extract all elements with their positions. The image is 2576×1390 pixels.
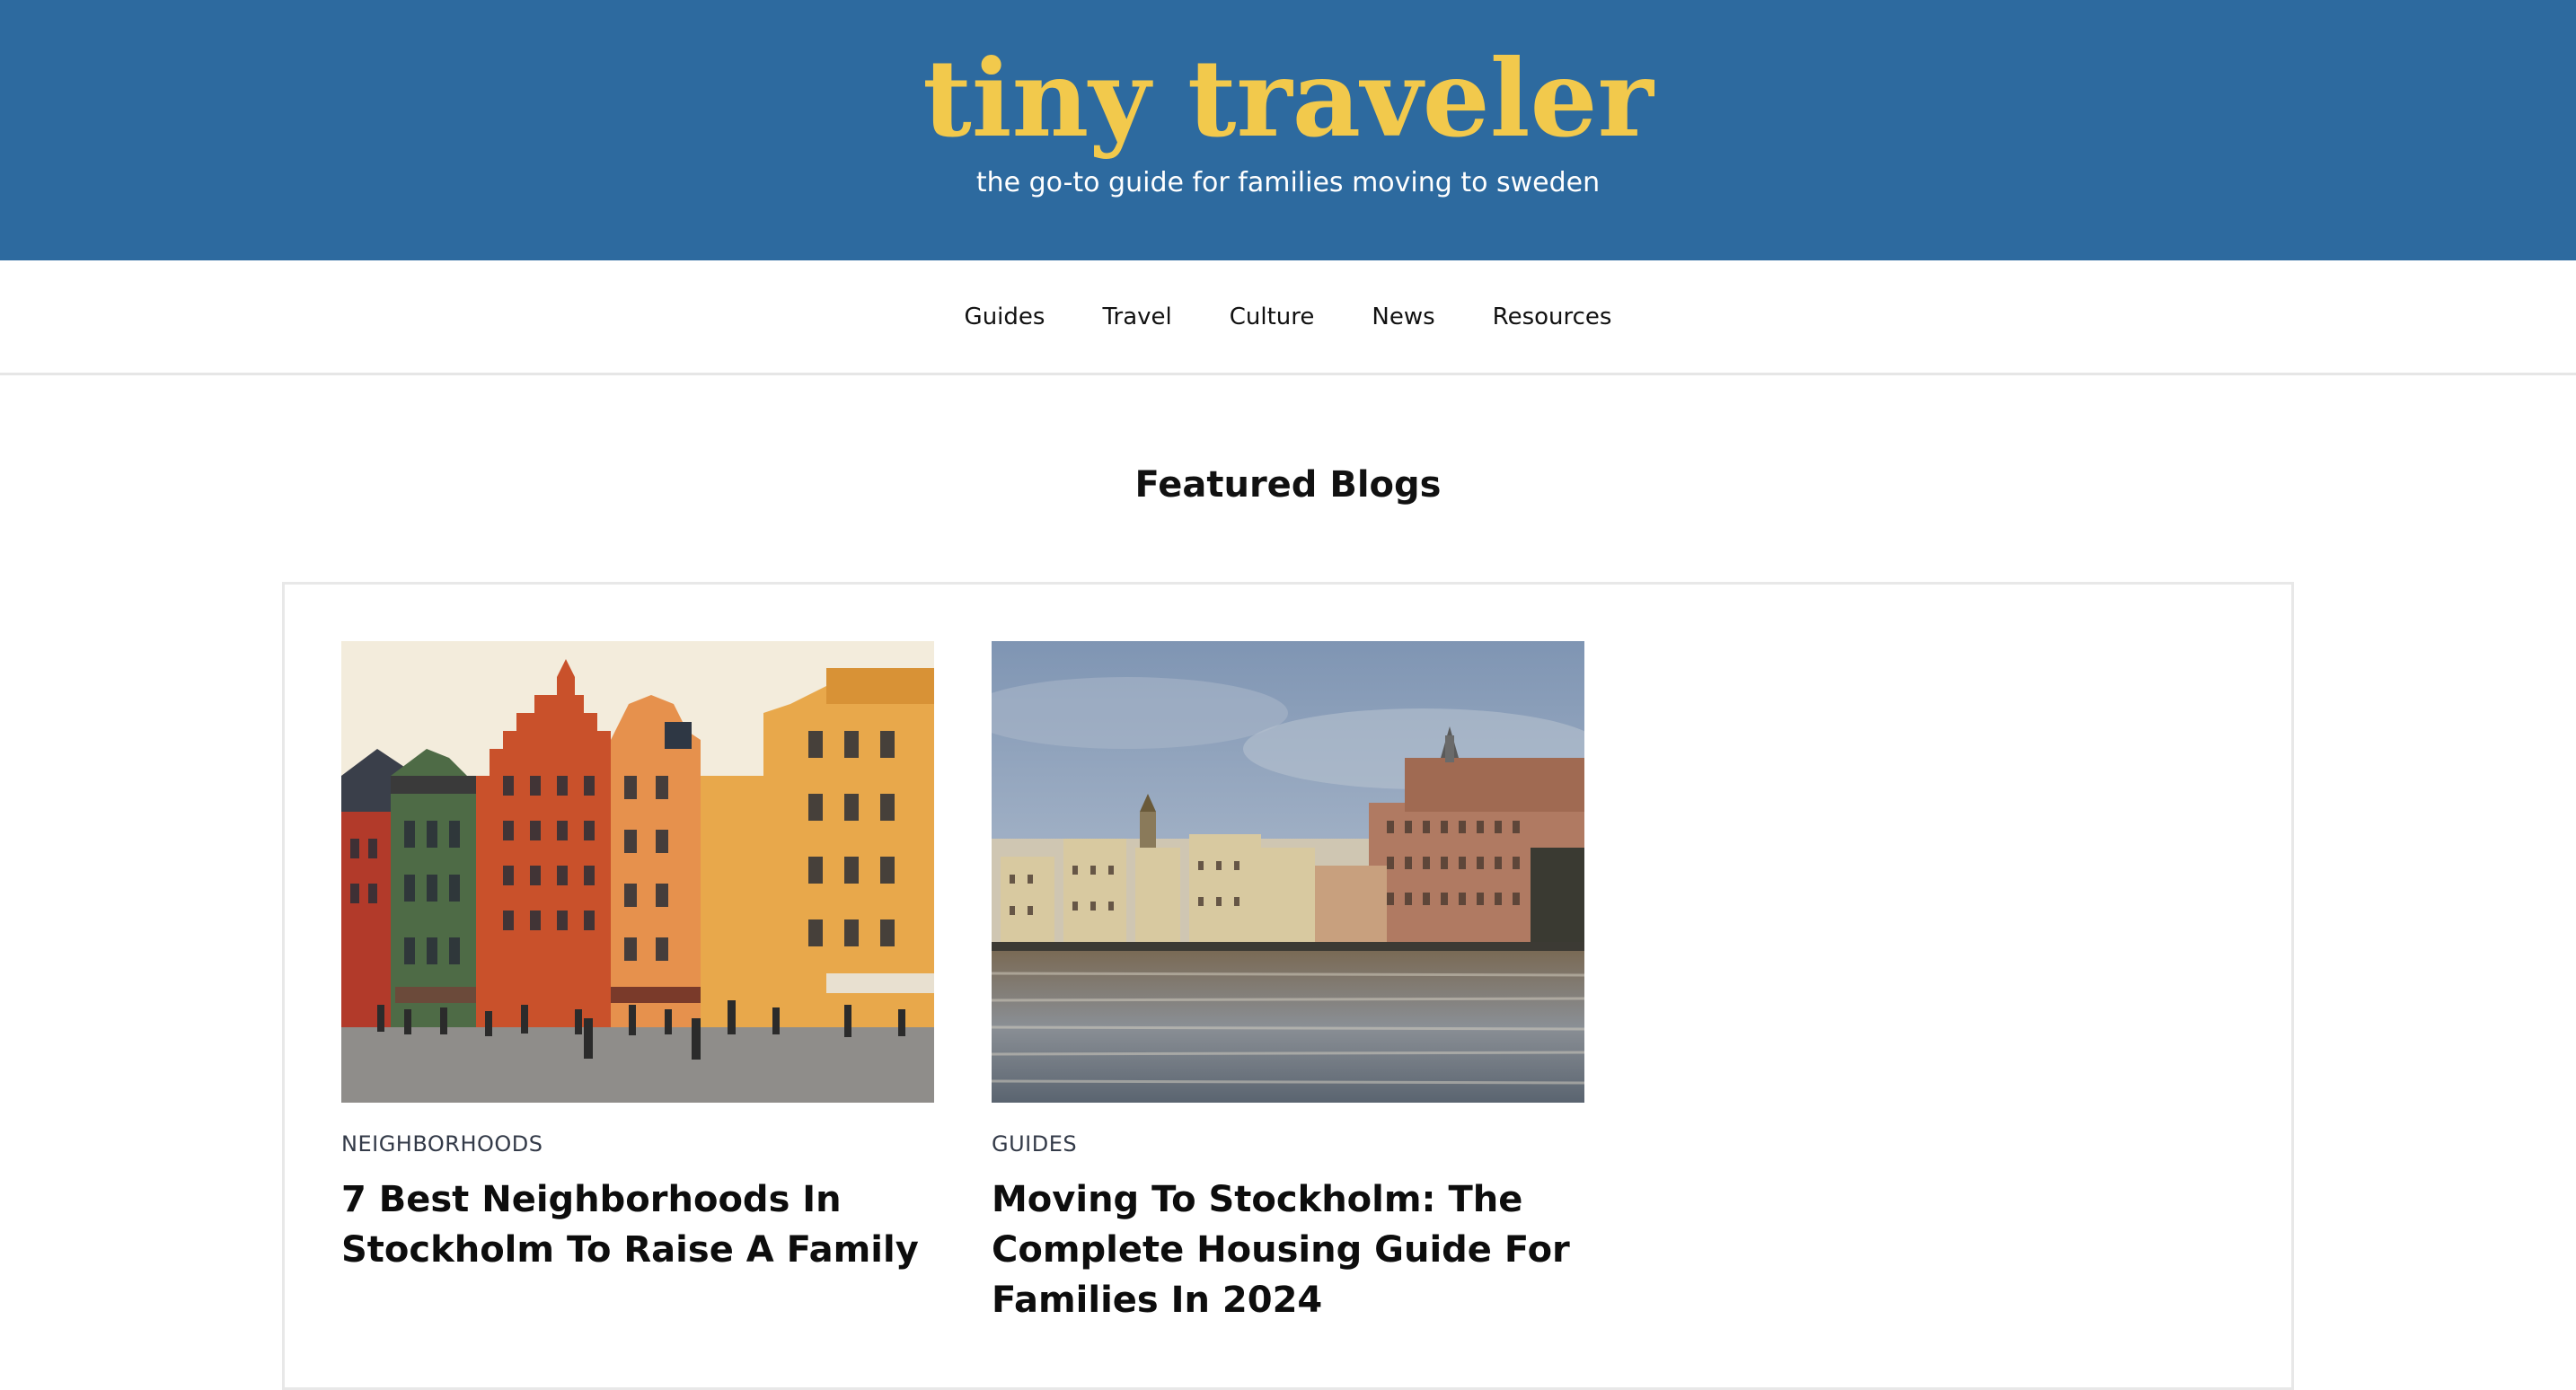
blog-card-housing-guide[interactable]: GUIDES Moving To Stockholm: The Complete… <box>992 641 1584 1325</box>
post-title[interactable]: 7 Best Neighborhoods In Stockholm To Rai… <box>341 1174 934 1275</box>
nav-item-resources[interactable]: Resources <box>1493 298 1612 336</box>
post-category[interactable]: GUIDES <box>992 1130 1584 1158</box>
post-image-waterfront[interactable] <box>992 641 1584 1103</box>
site-logo[interactable]: tiny traveler <box>0 36 2576 162</box>
post-title[interactable]: Moving To Stockholm: The Complete Housin… <box>992 1174 1584 1325</box>
main-nav: Guides Travel Culture News Resources <box>0 260 2576 375</box>
nav-item-guides[interactable]: Guides <box>965 298 1045 336</box>
nav-item-culture[interactable]: Culture <box>1230 298 1315 336</box>
featured-blogs-heading: Featured Blogs <box>1134 464 1442 506</box>
nav-item-travel[interactable]: Travel <box>1102 298 1171 336</box>
site-tagline: the go-to guide for families moving to s… <box>975 167 1601 198</box>
post-category[interactable]: NEIGHBORHOODS <box>341 1130 934 1158</box>
site-header: tiny traveler the go-to guide for famili… <box>0 0 2576 260</box>
nav-item-news[interactable]: News <box>1372 298 1434 336</box>
post-image-old-town[interactable] <box>341 641 934 1103</box>
blog-card-neighborhoods[interactable]: NEIGHBORHOODS 7 Best Neighborhoods In St… <box>341 641 934 1275</box>
